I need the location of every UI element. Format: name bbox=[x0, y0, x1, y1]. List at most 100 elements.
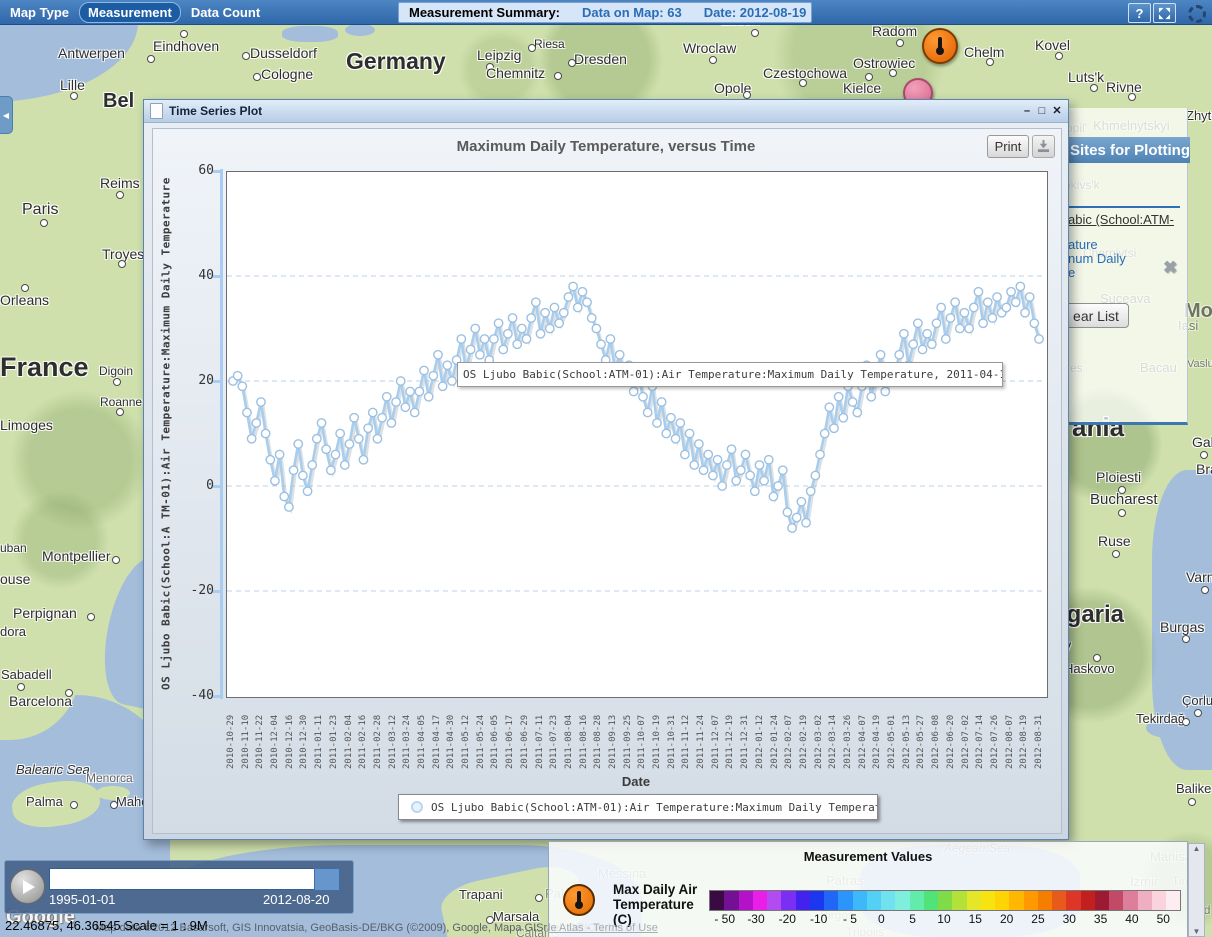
data-point[interactable] bbox=[979, 319, 987, 327]
data-point[interactable] bbox=[774, 482, 782, 490]
data-point[interactable] bbox=[639, 393, 647, 401]
data-point[interactable] bbox=[313, 435, 321, 443]
data-point[interactable] bbox=[723, 461, 731, 469]
save-chart-button[interactable] bbox=[1032, 135, 1055, 158]
data-point[interactable] bbox=[280, 492, 288, 500]
data-point[interactable] bbox=[681, 450, 689, 458]
data-point[interactable] bbox=[480, 335, 488, 343]
data-point[interactable] bbox=[355, 435, 363, 443]
data-point[interactable] bbox=[1002, 303, 1010, 311]
data-point[interactable] bbox=[364, 424, 372, 432]
data-point[interactable] bbox=[606, 335, 614, 343]
data-point[interactable] bbox=[1012, 298, 1020, 306]
data-point[interactable] bbox=[793, 513, 801, 521]
data-point[interactable] bbox=[303, 487, 311, 495]
data-point[interactable] bbox=[755, 461, 763, 469]
data-point[interactable] bbox=[667, 414, 675, 422]
close-button[interactable]: ✕ bbox=[1050, 103, 1064, 118]
data-point[interactable] bbox=[853, 408, 861, 416]
data-point[interactable] bbox=[518, 324, 526, 332]
data-point[interactable] bbox=[233, 372, 241, 380]
data-point[interactable] bbox=[471, 324, 479, 332]
data-point[interactable] bbox=[867, 393, 875, 401]
site-measurement-line[interactable]: ature bbox=[1068, 237, 1098, 252]
data-point[interactable] bbox=[285, 503, 293, 511]
data-point[interactable] bbox=[420, 366, 428, 374]
site-measurement-line[interactable]: num Daily bbox=[1068, 251, 1126, 266]
data-point[interactable] bbox=[527, 314, 535, 322]
data-point[interactable] bbox=[322, 445, 330, 453]
data-point[interactable] bbox=[378, 414, 386, 422]
data-point[interactable] bbox=[574, 303, 582, 311]
data-point[interactable] bbox=[494, 319, 502, 327]
data-point[interactable] bbox=[257, 398, 265, 406]
data-point[interactable] bbox=[261, 429, 269, 437]
data-point[interactable] bbox=[583, 298, 591, 306]
data-point[interactable] bbox=[807, 487, 815, 495]
data-point[interactable] bbox=[825, 403, 833, 411]
data-point[interactable] bbox=[550, 303, 558, 311]
data-point[interactable] bbox=[615, 351, 623, 359]
remove-site-icon[interactable]: ✖ bbox=[1163, 258, 1177, 278]
data-point[interactable] bbox=[499, 345, 507, 353]
data-point[interactable] bbox=[546, 324, 554, 332]
timeline-slider-track[interactable] bbox=[49, 868, 339, 890]
data-point[interactable] bbox=[415, 387, 423, 395]
data-point[interactable] bbox=[373, 435, 381, 443]
data-point[interactable] bbox=[397, 377, 405, 385]
data-point[interactable] bbox=[779, 466, 787, 474]
data-point[interactable] bbox=[522, 335, 530, 343]
data-point[interactable] bbox=[299, 471, 307, 479]
data-point[interactable] bbox=[984, 298, 992, 306]
data-point[interactable] bbox=[438, 382, 446, 390]
data-point[interactable] bbox=[289, 466, 297, 474]
data-point[interactable] bbox=[466, 345, 474, 353]
terms-of-use-link[interactable]: le Atlas - Terms of Use bbox=[548, 922, 658, 934]
time-series-svg[interactable] bbox=[226, 171, 1046, 696]
data-point[interactable] bbox=[751, 487, 759, 495]
data-point[interactable] bbox=[713, 456, 721, 464]
data-point[interactable] bbox=[457, 335, 465, 343]
minimize-button[interactable]: – bbox=[1020, 103, 1034, 118]
data-point[interactable] bbox=[345, 440, 353, 448]
clear-list-button[interactable]: ear List bbox=[1063, 303, 1129, 328]
data-point[interactable] bbox=[1025, 293, 1033, 301]
data-point[interactable] bbox=[448, 377, 456, 385]
data-point[interactable] bbox=[783, 508, 791, 516]
top-tab-data-count[interactable]: Data Count bbox=[183, 3, 268, 22]
data-point[interactable] bbox=[820, 429, 828, 437]
chart-plot-area[interactable] bbox=[226, 171, 1046, 696]
print-button[interactable]: Print bbox=[987, 135, 1029, 158]
data-point[interactable] bbox=[816, 450, 824, 458]
data-point[interactable] bbox=[555, 319, 563, 327]
data-point[interactable] bbox=[876, 351, 884, 359]
data-point[interactable] bbox=[928, 340, 936, 348]
data-point[interactable] bbox=[671, 435, 679, 443]
data-point[interactable] bbox=[592, 324, 600, 332]
data-point[interactable] bbox=[676, 419, 684, 427]
fullscreen-button[interactable] bbox=[1153, 3, 1176, 23]
data-point[interactable] bbox=[942, 335, 950, 343]
site-link[interactable]: abic (School:ATM- bbox=[1068, 212, 1174, 227]
data-point[interactable] bbox=[424, 393, 432, 401]
data-point[interactable] bbox=[848, 398, 856, 406]
data-point[interactable] bbox=[238, 382, 246, 390]
sidebar-collapse-tab[interactable]: ◀ bbox=[0, 96, 13, 134]
data-point[interactable] bbox=[802, 519, 810, 527]
data-point[interactable] bbox=[718, 482, 726, 490]
data-point[interactable] bbox=[900, 330, 908, 338]
data-point[interactable] bbox=[1007, 288, 1015, 296]
data-point[interactable] bbox=[974, 288, 982, 296]
data-point[interactable] bbox=[564, 293, 572, 301]
data-point[interactable] bbox=[960, 309, 968, 317]
data-point[interactable] bbox=[490, 335, 498, 343]
dialog-titlebar[interactable]: Time Series Plot – □ ✕ bbox=[144, 100, 1068, 123]
data-point[interactable] bbox=[834, 393, 842, 401]
data-point[interactable] bbox=[629, 387, 637, 395]
data-point[interactable] bbox=[243, 408, 251, 416]
data-point[interactable] bbox=[429, 372, 437, 380]
data-point[interactable] bbox=[760, 477, 768, 485]
data-point[interactable] bbox=[699, 466, 707, 474]
data-point[interactable] bbox=[508, 314, 516, 322]
data-point[interactable] bbox=[918, 345, 926, 353]
